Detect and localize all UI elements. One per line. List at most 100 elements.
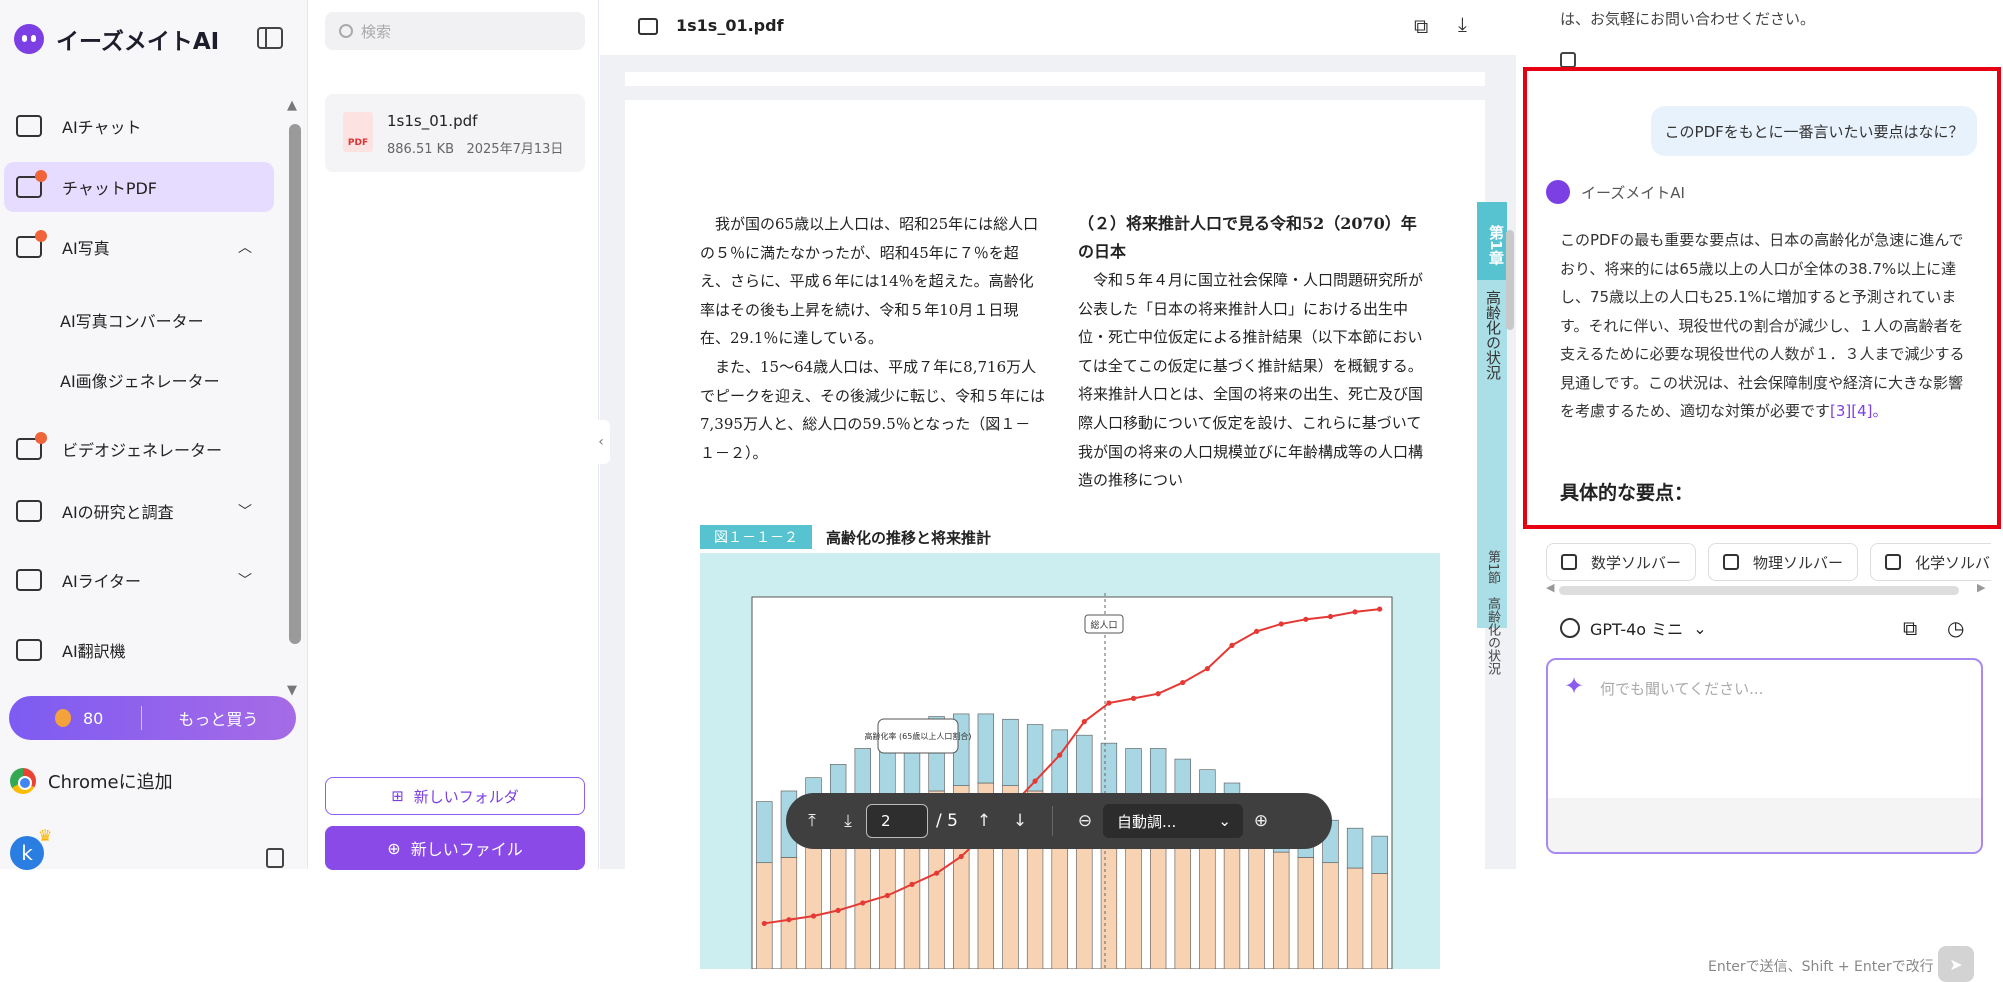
new-folder-label: 新しいフォルダ — [413, 787, 519, 806]
chevron-down-icon[interactable]: ﹀ — [238, 570, 252, 590]
send-hint: Enterで送信、Shift + Enterで改行 — [1708, 959, 1934, 975]
crop-icon[interactable]: ⧉ — [1903, 616, 1917, 640]
chevron-down-icon: ⌄ — [1693, 618, 1707, 638]
new-dot-icon — [35, 432, 47, 444]
last-page-icon[interactable]: ⤓ — [830, 811, 866, 831]
sidebar-item-label: AIライター — [62, 572, 142, 591]
new-file-button[interactable]: ⊕ 新しいファイル — [325, 826, 585, 870]
assistant-message: このPDFの最も重要な要点は、日本の高齢化が急速に進んでおり、将来的には65歳以… — [1560, 226, 1968, 426]
bar-segment-lower — [1346, 867, 1364, 970]
scroll-down-icon[interactable]: ▼ — [287, 683, 297, 698]
pdf-chat-icon — [16, 170, 47, 198]
copy-icon[interactable] — [1560, 52, 1576, 68]
aging-rate-point — [810, 913, 817, 919]
send-button[interactable]: ➤ — [1938, 946, 1974, 982]
file-panel: 検索 PDF 1s1s_01.pdf 886.51 KB 2025年7月13日 … — [309, 0, 599, 870]
credits-pill[interactable]: 80 もっと買う — [9, 696, 296, 740]
aging-rate-point — [1081, 719, 1087, 725]
sidebar-item-translator[interactable]: AI翻訳機 — [4, 625, 274, 675]
history-icon[interactable]: ◷ — [1947, 616, 1964, 640]
divider — [141, 706, 143, 730]
chat-icon — [16, 115, 42, 137]
math-solver-button[interactable]: 数学ソルバー — [1546, 543, 1697, 581]
next-page-icon[interactable]: ↓ — [1002, 811, 1038, 831]
file-card[interactable]: PDF 1s1s_01.pdf 886.51 KB 2025年7月13日 — [325, 94, 585, 172]
aging-rate-point — [860, 900, 866, 906]
assistant-subheading: 具体的な要点： — [1560, 482, 1694, 504]
coin-icon — [55, 709, 71, 727]
figure-title: 高齢化の推移と将来推計 — [826, 528, 992, 547]
sidebar-item-ai-chat[interactable]: AIチャット — [4, 101, 274, 151]
sidebar-item-research[interactable]: AIの研究と調査 ﹀ — [4, 486, 274, 536]
sidebar-item-chat-pdf[interactable]: チャットPDF — [4, 162, 274, 212]
new-file-label: 新しいファイル — [410, 840, 523, 859]
sidebar-scroll-thumb[interactable] — [289, 124, 301, 644]
figure-label: 図１－１－２ — [700, 525, 812, 549]
aging-rate-point — [1254, 628, 1260, 635]
bar-segment-lower — [1223, 835, 1241, 970]
scroll-left-icon[interactable]: ◀ — [1546, 581, 1554, 594]
new-folder-button[interactable]: ⊞ 新しいフォルダ — [325, 777, 585, 815]
citation-links[interactable]: [3][4]。 — [1830, 402, 1888, 420]
sidebar-item-ai-photo[interactable]: AI写真 ︿ — [4, 222, 274, 272]
sidebar-item-label: ビデオジェネレーター — [62, 441, 223, 460]
bar-segment-lower — [756, 862, 773, 970]
bar-segment-upper — [1076, 734, 1093, 802]
section-heading: （２）将来推計人口で見る令和52（2070）年の日本 — [1078, 214, 1417, 261]
first-page-icon[interactable]: ⤒ — [794, 811, 830, 831]
chevron-up-icon[interactable]: ︿ — [238, 237, 252, 257]
search-input[interactable]: 検索 — [325, 12, 585, 50]
credits-count: 80 — [83, 708, 104, 728]
aging-rate-point — [1352, 609, 1358, 615]
tool-label: 化学ソルバー — [1915, 553, 1991, 572]
physics-solver-button[interactable]: 物理ソルバー — [1708, 543, 1859, 581]
page-number-input[interactable]: 2 — [866, 804, 928, 838]
aging-rate-point — [761, 920, 767, 927]
new-dot-icon — [35, 170, 47, 182]
chat-input-placeholder: 何でも聞いてください... — [1600, 680, 1764, 698]
add-to-chrome-label: Chromeに追加 — [48, 772, 173, 793]
sidebar-item-label: AI写真 — [62, 239, 110, 258]
zoom-in-icon[interactable]: ⊕ — [1243, 811, 1279, 831]
aging-rate-point — [1229, 642, 1235, 648]
sidebar-item-ai-writer[interactable]: AIライター ﹀ — [4, 555, 274, 605]
zoom-select[interactable]: 自動調... ⌄ — [1102, 804, 1243, 838]
bar-segment-upper — [1371, 835, 1388, 874]
zoom-out-icon[interactable]: ⊖ — [1067, 811, 1103, 831]
viewer-scrollbar[interactable] — [1506, 230, 1514, 330]
list-icon[interactable] — [266, 848, 284, 868]
download-icon[interactable]: ⤓ — [1458, 12, 1467, 36]
add-to-chrome-link[interactable]: Chromeに追加 — [10, 768, 173, 794]
sidebar-subitem-image-generator[interactable]: AI画像ジェネレーター — [60, 368, 220, 392]
file-size: 886.51 KB — [387, 142, 455, 157]
chat-input[interactable]: ✦ 何でも聞いてください... Enterで送信、Shift + Enterで改… — [1546, 658, 1983, 982]
tools-scrollbar[interactable] — [1559, 586, 1959, 595]
model-selector[interactable]: GPT-4o ミニ ⌄ — [1560, 616, 1707, 640]
previous-message-tail: は、お気軽にお問い合わせください。 — [1560, 10, 1816, 28]
chevron-down-icon[interactable]: ﹀ — [238, 501, 252, 521]
page-text-column-2: （２）将来推計人口で見る令和52（2070）年の日本 令和５年４月に国立社会保障… — [1078, 210, 1428, 495]
scroll-right-icon[interactable]: ▶ — [1977, 581, 1985, 594]
buy-more-button[interactable]: もっと買う — [178, 706, 258, 730]
sidebar-item-video-generator[interactable]: ビデオジェネレーター — [4, 424, 274, 474]
scroll-up-icon[interactable]: ▲ — [287, 98, 297, 113]
solver-tools: 数学ソルバー 物理ソルバー 化学ソルバー — [1546, 543, 1991, 581]
video-icon — [16, 432, 47, 460]
chemistry-solver-button[interactable]: 化学ソルバー — [1870, 543, 1991, 581]
section-side-label: 第1節 高齢化の状況 — [1485, 550, 1500, 676]
file-meta: 886.51 KB 2025年7月13日 — [387, 138, 563, 157]
aging-rate-point — [1130, 695, 1137, 701]
collapse-panel-handle[interactable]: ‹ — [592, 420, 610, 464]
brand-row[interactable]: イーズメイトAI — [14, 22, 219, 56]
translate-icon — [16, 639, 42, 661]
prev-page-icon[interactable]: ↑ — [966, 811, 1002, 831]
sparkle-icon: ✦ — [1564, 672, 1585, 700]
sidebar-toggle-icon[interactable] — [257, 27, 283, 49]
toggle-outline-icon[interactable] — [638, 18, 658, 35]
crop-icon[interactable]: ⧉ — [1414, 14, 1428, 38]
bar-segment-lower — [805, 846, 822, 970]
folder-plus-icon: ⊞ — [391, 787, 404, 805]
sidebar-subitem-photo-converter[interactable]: AI写真コンバーター — [60, 308, 204, 332]
aging-rate-point — [1204, 666, 1210, 672]
file-date: 2025年7月13日 — [466, 142, 564, 157]
